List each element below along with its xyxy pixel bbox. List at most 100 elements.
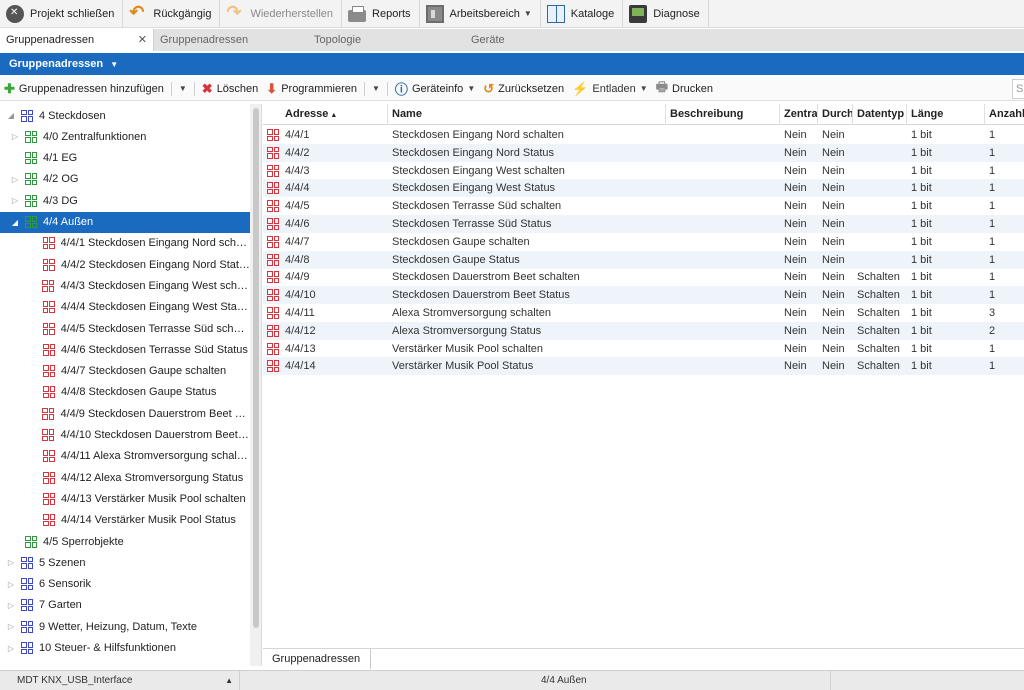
tree-item[interactable]: ◢ 4/4 Außen bbox=[0, 211, 250, 233]
tab-topology[interactable]: Topologie bbox=[308, 29, 465, 51]
table-row[interactable]: 4/4/9 Steckdosen Dauerstrom Beet schalten… bbox=[263, 268, 1024, 286]
tree-item[interactable]: 4/4/12 Alexa Stromversorgung Status bbox=[0, 467, 250, 488]
tree-item[interactable]: 4/4/6 Steckdosen Terrasse Süd Status bbox=[0, 339, 250, 360]
tree-item[interactable]: 4/4/3 Steckdosen Eingang West schalten bbox=[0, 275, 250, 296]
expand-toggle-icon[interactable]: ▷ bbox=[6, 558, 16, 567]
table-row[interactable]: 4/4/4 Steckdosen Eingang West Status Nein N… bbox=[263, 179, 1024, 198]
redo-label: Wiederherstellen bbox=[250, 7, 334, 20]
tree-item[interactable]: 4/4/7 Steckdosen Gaupe schalten bbox=[0, 361, 250, 382]
expand-toggle-icon[interactable]: ▷ bbox=[10, 132, 20, 141]
tab-devices[interactable]: Geräte bbox=[465, 29, 615, 51]
table-row[interactable]: 4/4/10 Steckdosen Dauerstrom Beet Status N… bbox=[263, 286, 1024, 305]
tree-item[interactable]: ▷ 10 Steuer- & Hilfsfunktionen bbox=[0, 638, 250, 659]
tree-item[interactable]: ▷ 6 Sensorik bbox=[0, 574, 250, 595]
table-row[interactable]: 4/4/3 Steckdosen Eingang West schalten Nei… bbox=[263, 162, 1024, 180]
tree-item[interactable]: 4/4/11 Alexa Stromversorgung schalten bbox=[0, 446, 250, 467]
tree-item[interactable]: 4/4/1 Steckdosen Eingang Nord schalten bbox=[0, 233, 250, 254]
tree-item[interactable]: ▷ 9 Wetter, Heizung, Datum, Texte bbox=[0, 616, 250, 637]
table-cell: 1 bit bbox=[911, 360, 932, 373]
column-header[interactable]: Anzahl bbox=[985, 104, 1024, 125]
tree-item-label: 4/4/7 Steckdosen Gaupe schalten bbox=[61, 365, 227, 378]
tree-item[interactable]: 4/4/4 Steckdosen Eingang West Status bbox=[0, 297, 250, 318]
column-header[interactable]: Name bbox=[388, 104, 666, 125]
table-cell: 4/4/4 bbox=[285, 182, 310, 195]
tree-item[interactable]: 4/4/2 Steckdosen Eingang Nord Status bbox=[0, 254, 250, 275]
unload-button[interactable]: ⚡ Entladen ▼ bbox=[568, 81, 652, 97]
table-row[interactable]: 4/4/5 Steckdosen Terrasse Süd schalten Nei… bbox=[263, 197, 1024, 215]
tree-item[interactable]: 4/4/5 Steckdosen Terrasse Süd schalten bbox=[0, 318, 250, 339]
tree-item[interactable]: 4/5 Sperrobjekte bbox=[0, 531, 250, 552]
tree-item[interactable]: 4/1 EG bbox=[0, 148, 250, 169]
bottom-tab-group-addresses[interactable]: Gruppenadressen bbox=[263, 649, 371, 669]
table-cell: Nein bbox=[784, 307, 807, 319]
table-row[interactable]: 4/4/11 Alexa Stromversorgung schalten Nein… bbox=[263, 304, 1024, 322]
tree-item[interactable]: ▷ 7 Garten bbox=[0, 595, 250, 616]
panel-title-dropdown[interactable]: Gruppenadressen ▼ bbox=[0, 53, 1024, 75]
diagnostics-button[interactable]: Diagnose bbox=[623, 0, 709, 28]
tree-item[interactable]: 4/4/13 Verstärker Musik Pool schalten bbox=[0, 488, 250, 509]
tree-item[interactable]: 4/4/14 Verstärker Musik Pool Status bbox=[0, 510, 250, 531]
table-cell: Verstärker Musik Pool schalten bbox=[392, 342, 544, 355]
tree-item[interactable]: 4/4/9 Steckdosen Dauerstrom Beet sch... bbox=[0, 403, 250, 424]
close-project-button[interactable]: Projekt schließen bbox=[0, 0, 124, 28]
main-toolbar: Projekt schließen Rückgängig Wiederherst… bbox=[0, 0, 1024, 28]
device-info-button[interactable]: ⓘ Geräteinfo ▼ bbox=[391, 79, 479, 98]
tree-item[interactable]: 4/4/8 Steckdosen Gaupe Status bbox=[0, 382, 250, 403]
print-button[interactable]: 🖶 Drucken bbox=[652, 78, 717, 100]
catalogs-button[interactable]: Kataloge bbox=[541, 0, 624, 28]
tree-item[interactable]: ▷ 4/2 OG bbox=[0, 169, 250, 190]
reports-button[interactable]: Reports bbox=[342, 0, 420, 28]
tab-group-addresses-active[interactable]: Gruppenadressen ✕ bbox=[0, 29, 154, 51]
table-row[interactable]: 4/4/1 Steckdosen Eingang Nord schalten Nei… bbox=[263, 126, 1024, 144]
table-row[interactable]: 4/4/6 Steckdosen Terrasse Süd Status Nein N… bbox=[263, 215, 1024, 233]
delete-button[interactable]: ✖ Löschen bbox=[198, 81, 263, 97]
tree-item[interactable]: ▷ 5 Szenen bbox=[0, 552, 250, 573]
table-row[interactable]: 4/4/13 Verstärker Musik Pool schalten Nein… bbox=[263, 340, 1024, 358]
column-header[interactable]: Adresse ▲ bbox=[281, 104, 388, 125]
table-cell: Nein bbox=[784, 164, 807, 177]
expand-toggle-icon[interactable]: ▷ bbox=[10, 175, 20, 184]
undo-button[interactable]: Rückgängig bbox=[123, 0, 221, 28]
chevron-down-icon[interactable]: ▼ bbox=[372, 84, 380, 93]
expand-toggle-icon[interactable]: ▷ bbox=[6, 580, 16, 589]
expand-toggle-icon[interactable]: ▷ bbox=[6, 601, 16, 610]
expand-toggle-icon[interactable]: ▷ bbox=[6, 622, 16, 631]
table-cell bbox=[666, 215, 780, 233]
workspace-button[interactable]: Arbeitsbereich ▼ bbox=[420, 0, 541, 28]
tree-scrollbar[interactable] bbox=[250, 104, 261, 666]
column-header[interactable]: Zentral bbox=[780, 104, 818, 125]
table-row[interactable]: 4/4/7 Steckdosen Gaupe schalten Nein Nein 1 … bbox=[263, 233, 1024, 251]
search-input[interactable]: Suchen bbox=[1012, 79, 1024, 99]
tree-item[interactable]: ▷ 4/0 Zentralfunktionen bbox=[0, 126, 250, 147]
printer-icon: 🖶 bbox=[655, 78, 668, 94]
column-header[interactable]: Beschreibung bbox=[666, 104, 780, 125]
close-icon[interactable]: ✕ bbox=[138, 29, 147, 51]
column-header[interactable]: Datentyp bbox=[853, 104, 907, 125]
column-header[interactable]: Länge bbox=[907, 104, 985, 125]
column-header-label: Durch bbox=[822, 108, 853, 120]
reset-button[interactable]: ↺ Zurücksetzen bbox=[479, 81, 568, 97]
table-cell: Nein bbox=[822, 271, 845, 284]
column-header[interactable]: Durch bbox=[818, 104, 853, 125]
table-row[interactable]: 4/4/12 Alexa Stromversorgung Status Nein Ne… bbox=[263, 321, 1024, 340]
table-row[interactable]: 4/4/2 Steckdosen Eingang Nord Status Nein N… bbox=[263, 143, 1024, 162]
add-group-address-button[interactable]: ✚ Gruppenadressen hinzufügen bbox=[0, 81, 168, 97]
table-cell bbox=[853, 251, 907, 269]
tab-group-addresses[interactable]: Gruppenadressen bbox=[154, 29, 308, 51]
table-row[interactable]: 4/4/14 Verstärker Musik Pool Status Nein Ne… bbox=[263, 357, 1024, 376]
tree-item[interactable]: 4/4/10 Steckdosen Dauerstrom Beet St... bbox=[0, 425, 250, 446]
tree-item[interactable]: ▷ 4/3 DG bbox=[0, 190, 250, 211]
program-button[interactable]: ⬇ Programmieren bbox=[262, 81, 361, 97]
redo-button[interactable]: Wiederherstellen bbox=[220, 0, 343, 28]
interface-selector[interactable]: MDT KNX_USB_Interface ▲ bbox=[0, 671, 240, 690]
tree-item[interactable]: ◢ 4 Steckdosen bbox=[0, 105, 250, 126]
expand-toggle-icon[interactable]: ◢ bbox=[6, 111, 16, 120]
table-cell: 1 bbox=[989, 200, 996, 213]
expand-toggle-icon[interactable]: ▷ bbox=[6, 644, 16, 653]
expand-toggle-icon[interactable]: ▷ bbox=[10, 196, 20, 205]
chevron-down-icon[interactable]: ▼ bbox=[179, 84, 187, 93]
expand-toggle-icon[interactable]: ◢ bbox=[10, 218, 20, 227]
scrollbar-thumb[interactable] bbox=[253, 108, 259, 628]
table-row[interactable]: 4/4/8 Steckdosen Gaupe Status Nein Nein 1 bi… bbox=[263, 250, 1024, 269]
table-cell: 1 bit bbox=[911, 324, 932, 337]
